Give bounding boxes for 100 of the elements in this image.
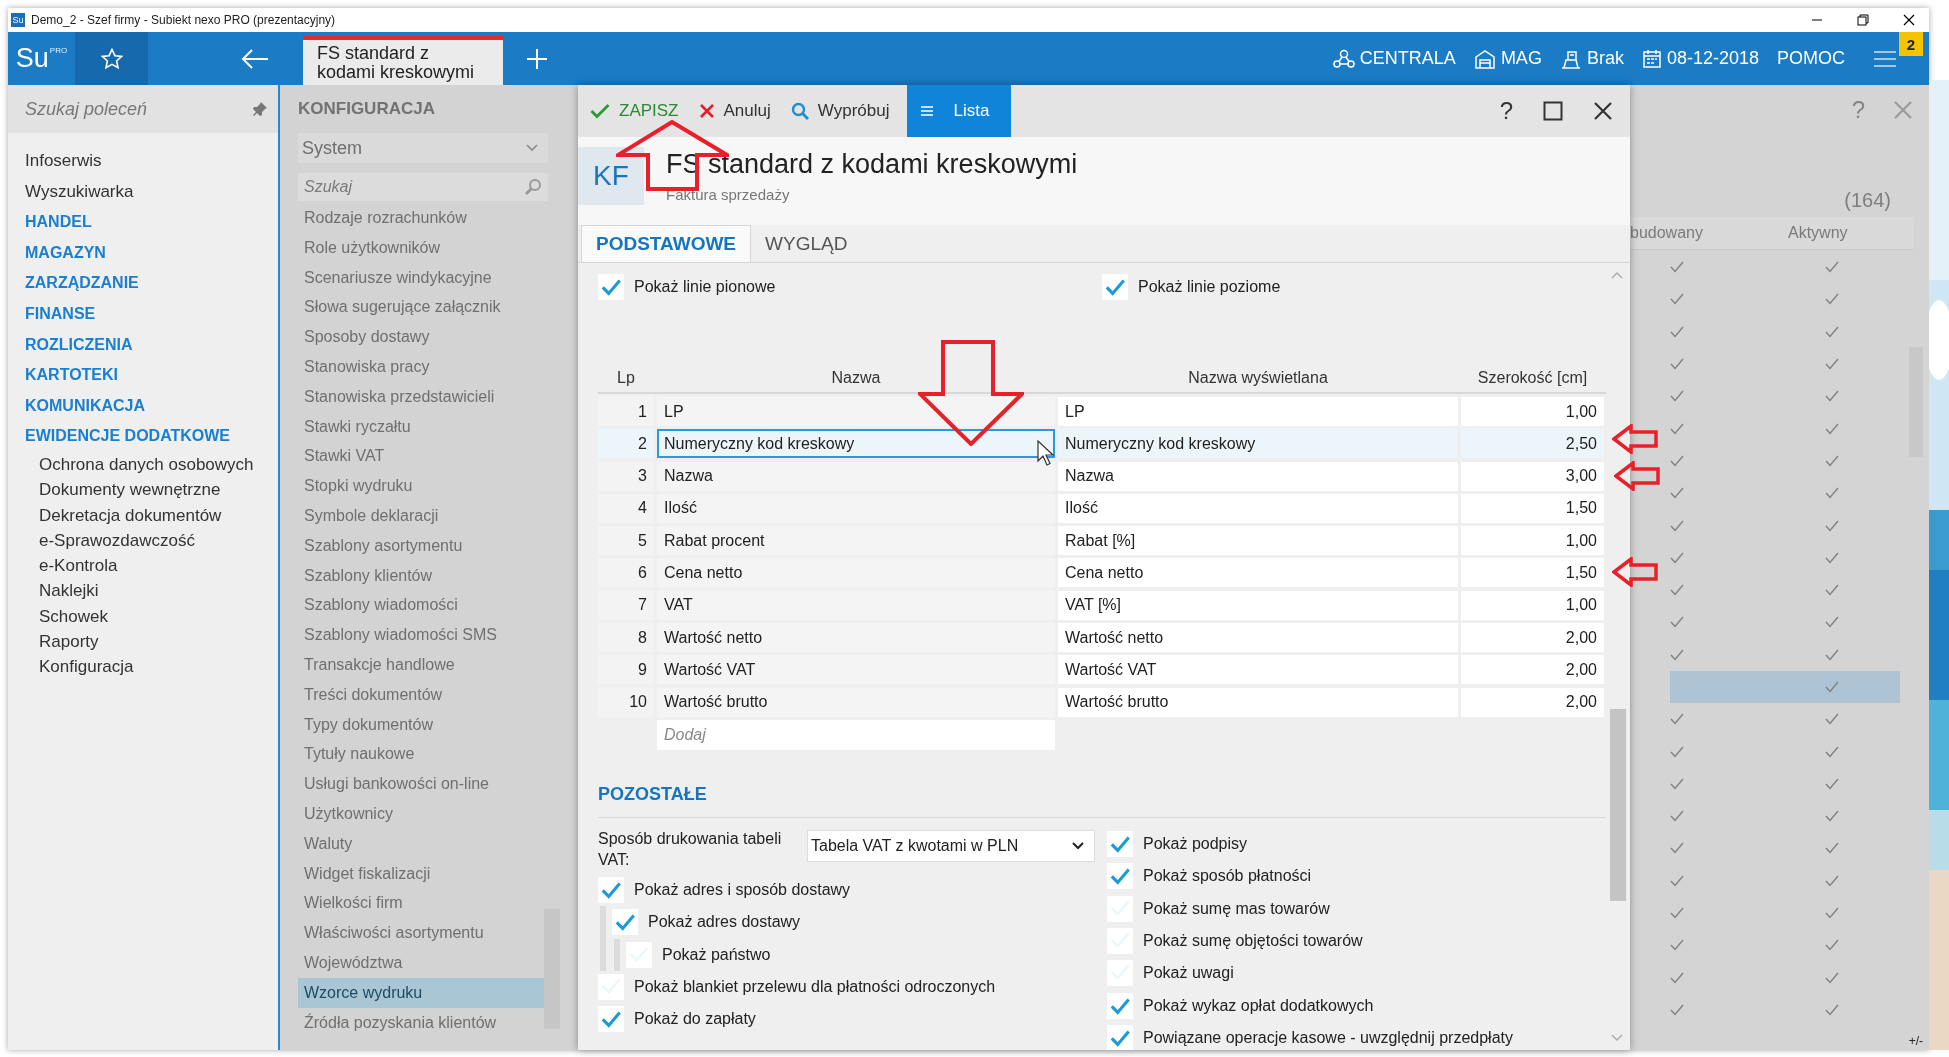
maximize-icon[interactable] bbox=[1543, 101, 1563, 121]
menu-item[interactable]: Ochrona danych osobowych bbox=[39, 451, 278, 478]
table-row[interactable]: 2 Numeryczny kod kreskowy Numeryczny kod kreskowy 2,50 bbox=[598, 429, 1606, 459]
menu-section[interactable]: HANDEL bbox=[25, 207, 278, 238]
back-arrow-icon[interactable] bbox=[240, 47, 270, 70]
table-row[interactable]: 7 VAT VAT [%] 1,00 bbox=[598, 590, 1606, 620]
table-cell[interactable]: Numeryczny kod kreskowy bbox=[1058, 429, 1458, 459]
menu-item[interactable]: Dekretacja dokumentów bbox=[39, 502, 278, 528]
app-bar-item[interactable]: MAG bbox=[1473, 48, 1542, 69]
table-cell[interactable]: Nazwa bbox=[657, 461, 1055, 491]
checkbox[interactable] bbox=[1107, 928, 1133, 954]
table-cell[interactable]: 1,00 bbox=[1461, 590, 1604, 620]
menu-item[interactable]: Raporty bbox=[39, 629, 278, 655]
table-cell[interactable]: Wartość brutto bbox=[1058, 687, 1458, 717]
checkbox[interactable] bbox=[1107, 831, 1133, 858]
help-button[interactable]: ? bbox=[1499, 97, 1513, 125]
menu-section[interactable]: MAGAZYN bbox=[25, 237, 278, 269]
scroll-down-icon[interactable] bbox=[1611, 1034, 1623, 1042]
table-cell[interactable]: Wartość VAT bbox=[657, 655, 1055, 685]
table-row[interactable]: 6 Cena netto Cena netto 1,50 bbox=[598, 558, 1606, 588]
menu-section[interactable]: ZARZĄDZANIE bbox=[25, 268, 278, 299]
checkbox[interactable] bbox=[1107, 1024, 1133, 1050]
zoom-toggle[interactable]: +/- bbox=[1908, 1034, 1923, 1048]
restore-icon[interactable] bbox=[1857, 14, 1869, 26]
pin-icon[interactable] bbox=[252, 101, 268, 117]
table-row[interactable]: 9 Wartość VAT Wartość VAT 2,00 bbox=[598, 655, 1606, 685]
table-row[interactable]: 4 Ilość Ilość 1,50 bbox=[598, 493, 1606, 523]
tab[interactable]: WYGLĄD bbox=[751, 225, 862, 262]
scrollbar-thumb[interactable] bbox=[544, 909, 560, 1029]
table-cell[interactable]: Wartość netto bbox=[657, 623, 1055, 653]
menu-item[interactable]: Infoserwis bbox=[25, 146, 278, 177]
table-cell[interactable]: VAT bbox=[657, 590, 1055, 620]
app-bar-item[interactable]: CENTRALA bbox=[1332, 48, 1456, 69]
checkbox[interactable] bbox=[1107, 895, 1133, 922]
menu-section[interactable]: FINANSE bbox=[25, 298, 278, 330]
table-row[interactable]: 1 LP LP 1,00 bbox=[598, 397, 1606, 426]
menu-item[interactable]: Schowek bbox=[39, 603, 278, 629]
table-cell[interactable]: Wartość netto bbox=[1058, 623, 1458, 653]
table-cell[interactable]: Cena netto bbox=[1058, 558, 1458, 588]
add-row-field[interactable]: Dodaj bbox=[657, 719, 1055, 750]
table-cell[interactable]: 1,00 bbox=[1461, 397, 1604, 426]
table-cell[interactable]: Wartość VAT bbox=[1058, 655, 1458, 685]
menu-item[interactable]: Dokumenty wewnętrzne bbox=[39, 477, 278, 503]
checkbox[interactable] bbox=[626, 941, 652, 968]
table-cell[interactable]: 1,50 bbox=[1461, 493, 1604, 523]
table-cell[interactable]: 2,00 bbox=[1461, 687, 1604, 717]
table-row[interactable]: 10 Wartość brutto Wartość brutto 2,00 bbox=[598, 687, 1606, 717]
table-cell[interactable]: Cena netto bbox=[657, 558, 1055, 588]
toolbar-button[interactable]: Anuluj bbox=[696, 85, 781, 137]
app-bar-item[interactable]: Brak bbox=[1559, 48, 1624, 69]
checkbox[interactable] bbox=[1107, 992, 1133, 1019]
toolbar-button[interactable]: Lista bbox=[907, 85, 1012, 137]
table-cell[interactable]: Wartość brutto bbox=[657, 687, 1055, 717]
table-cell[interactable]: Rabat [%] bbox=[1058, 526, 1458, 556]
table-cell[interactable]: VAT [%] bbox=[1058, 590, 1458, 620]
tab[interactable]: PODSTAWOWE bbox=[581, 225, 752, 262]
document-tab[interactable]: FS standard z kodami kreskowymi bbox=[303, 36, 503, 85]
menu-item[interactable]: Wyszukiwarka bbox=[25, 176, 278, 208]
table-cell[interactable]: 3,00 bbox=[1461, 461, 1604, 491]
list-row[interactable] bbox=[1670, 670, 1900, 704]
table-row[interactable]: 5 Rabat procent Rabat [%] 1,00 bbox=[598, 526, 1606, 556]
close-icon[interactable] bbox=[1903, 14, 1915, 26]
list-item[interactable]: Transakcje handlowe bbox=[298, 649, 546, 680]
menu-section[interactable]: ROZLICZENIA bbox=[25, 329, 278, 361]
table-cell[interactable]: Ilość bbox=[1058, 493, 1458, 523]
table-cell[interactable]: Rabat procent bbox=[657, 526, 1055, 556]
table-cell[interactable]: 2,00 bbox=[1461, 655, 1604, 685]
favorites-button[interactable] bbox=[75, 32, 148, 85]
checkbox[interactable] bbox=[598, 274, 624, 301]
checkbox[interactable] bbox=[598, 877, 624, 904]
plus-icon[interactable] bbox=[525, 46, 549, 71]
search-field[interactable]: Szukaj poleceń bbox=[8, 85, 278, 133]
close-icon[interactable] bbox=[1593, 101, 1613, 121]
table-cell[interactable]: LP bbox=[657, 397, 1055, 426]
search-icon[interactable] bbox=[524, 178, 542, 196]
table-cell[interactable]: Ilość bbox=[657, 493, 1055, 523]
table-cell[interactable]: 1,50 bbox=[1461, 558, 1604, 588]
list-item[interactable]: Wielkości firm bbox=[298, 888, 546, 919]
table-cell[interactable]: Numeryczny kod kreskowy bbox=[657, 429, 1055, 459]
table-cell[interactable]: 2,00 bbox=[1461, 623, 1604, 653]
vat-table-select[interactable]: Tabela VAT z kwotami w PLN bbox=[807, 829, 1095, 862]
app-bar-item[interactable]: 08-12-2018 bbox=[1641, 48, 1759, 69]
scroll-up-icon[interactable] bbox=[1611, 271, 1623, 279]
list-item[interactable]: Wzorce wydruku bbox=[298, 977, 546, 1008]
menu-icon[interactable] bbox=[1873, 50, 1897, 68]
app-bar-item[interactable]: POMOC bbox=[1777, 48, 1845, 69]
table-cell[interactable]: 1,00 bbox=[1461, 526, 1604, 556]
search-field[interactable]: Szukaj bbox=[298, 173, 548, 201]
checkbox[interactable] bbox=[612, 909, 638, 936]
table-row[interactable]: 8 Wartość netto Wartość netto 2,00 bbox=[598, 623, 1606, 653]
table-cell[interactable]: Nazwa bbox=[1058, 461, 1458, 491]
table-row[interactable]: 3 Nazwa Nazwa 3,00 bbox=[598, 461, 1606, 491]
checkbox[interactable] bbox=[1107, 863, 1133, 890]
table-cell[interactable]: LP bbox=[1058, 397, 1458, 426]
menu-section[interactable]: KARTOTEKI bbox=[25, 360, 278, 391]
menu-item[interactable]: Konfiguracja bbox=[39, 654, 278, 680]
group-dropdown[interactable]: System bbox=[298, 133, 548, 163]
menu-item[interactable]: e-Sprawozdawczość bbox=[39, 527, 278, 554]
menu-item[interactable]: e-Kontrola bbox=[39, 553, 278, 579]
menu-section[interactable]: EWIDENCJE DODATKOWE bbox=[25, 421, 278, 452]
